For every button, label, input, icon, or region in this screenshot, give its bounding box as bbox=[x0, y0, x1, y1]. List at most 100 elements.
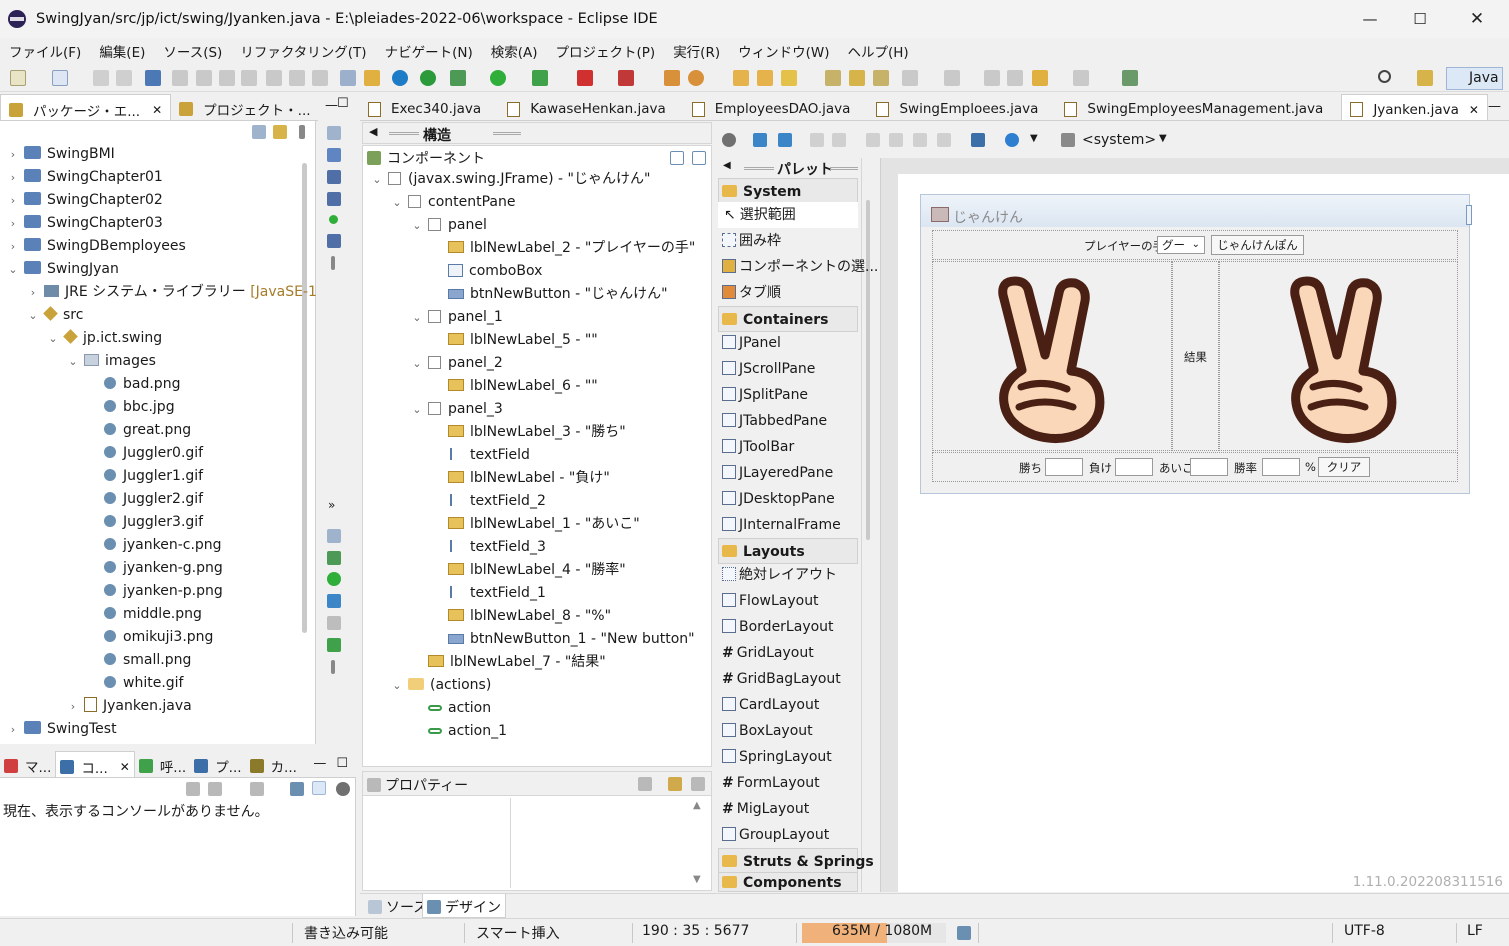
tree-node[interactable]: ⌄ (javax.swing.JFrame) - "じゃんけん" bbox=[370, 168, 650, 191]
editor-tab-jyanken[interactable]: Jyanken.java ✕ bbox=[1341, 94, 1488, 120]
green-dot-icon[interactable] bbox=[329, 215, 338, 224]
copy-icon[interactable] bbox=[889, 133, 903, 147]
chevron-right-icon[interactable]: › bbox=[6, 166, 20, 189]
show-advanced-icon[interactable] bbox=[638, 777, 652, 791]
close-button[interactable]: ✕ bbox=[1452, 0, 1502, 38]
terminate-icon[interactable] bbox=[219, 70, 235, 86]
tree-item-file[interactable]: great.png bbox=[104, 419, 191, 442]
open-type-icon[interactable] bbox=[733, 70, 749, 86]
laf-selector[interactable]: <system> bbox=[1082, 132, 1156, 148]
tree-node[interactable]: textField_2 bbox=[448, 490, 546, 513]
palette-item-tab-order[interactable]: タブ順 bbox=[718, 280, 858, 306]
new-console-icon[interactable] bbox=[312, 781, 326, 795]
pin-icon[interactable] bbox=[1007, 70, 1023, 86]
tree-node[interactable]: lblNewLabel_8 - "%" bbox=[448, 605, 611, 628]
minimize-view-icon[interactable]: — bbox=[313, 756, 332, 777]
open-perspective-icon[interactable] bbox=[1122, 70, 1138, 86]
settings-icon[interactable] bbox=[392, 70, 408, 86]
tree-item-jre[interactable]: › JRE システム・ライブラリー [JavaSE-1.8] bbox=[26, 281, 336, 304]
tree-node[interactable]: ⌄ panel_1 bbox=[410, 306, 502, 329]
maximize-view-icon[interactable]: ☐ bbox=[332, 756, 356, 777]
preview-icon[interactable] bbox=[971, 133, 985, 147]
menu-navigate[interactable]: ナビゲート(N) bbox=[376, 41, 482, 61]
collapse-all-icon[interactable] bbox=[252, 125, 266, 139]
chevron-down-icon[interactable]: ⌄ bbox=[410, 306, 424, 329]
minimize-button[interactable]: — bbox=[1345, 0, 1395, 38]
menu-run[interactable]: 実行(R) bbox=[664, 41, 729, 61]
draw-textfield[interactable] bbox=[1190, 458, 1228, 476]
run-icon[interactable] bbox=[490, 70, 506, 86]
maximize-button[interactable]: ☐ bbox=[1395, 0, 1445, 38]
search-tool-icon[interactable] bbox=[781, 70, 797, 86]
back-icon[interactable] bbox=[1032, 70, 1048, 86]
stop-icon[interactable] bbox=[577, 70, 593, 86]
restore-default-icon[interactable] bbox=[691, 777, 705, 791]
tree-node[interactable]: lblNewLabel_4 - "勝率" bbox=[448, 559, 626, 582]
tree-item-file[interactable]: small.png bbox=[104, 649, 191, 672]
palette-item-jtabbedpane[interactable]: JTabbedPane bbox=[718, 408, 858, 434]
menu-search[interactable]: 検索(A) bbox=[482, 41, 547, 61]
display-console-icon[interactable] bbox=[290, 782, 304, 796]
palette-item-springlayout[interactable]: SpringLayout bbox=[718, 744, 858, 770]
redo-icon[interactable] bbox=[832, 133, 846, 147]
view-menu-icon[interactable] bbox=[331, 660, 335, 674]
close-icon[interactable]: ✕ bbox=[152, 103, 162, 117]
palette-item-gridlayout[interactable]: # GridLayout bbox=[718, 640, 858, 666]
chevron-down-icon[interactable]: ⌄ bbox=[370, 168, 384, 191]
tree-item-file[interactable]: bad.png bbox=[104, 373, 180, 396]
palette-item-borderlayout[interactable]: BorderLayout bbox=[718, 614, 858, 640]
chevron-down-icon[interactable]: ⌄ bbox=[410, 214, 424, 237]
terminal-icon[interactable] bbox=[145, 70, 161, 86]
palette-item-grouplayout[interactable]: GroupLayout bbox=[718, 822, 858, 848]
save-icon[interactable] bbox=[93, 70, 109, 86]
tree-node[interactable]: textField_3 bbox=[448, 536, 546, 559]
chevron-down-icon[interactable]: ⌄ bbox=[46, 327, 60, 350]
suspend-icon[interactable] bbox=[196, 70, 212, 86]
expand-all-icon[interactable] bbox=[670, 151, 684, 165]
tree-item-file[interactable]: bbc.jpg bbox=[104, 396, 175, 419]
breakpoint-icon[interactable] bbox=[327, 170, 341, 184]
dropdown-arrow-icon[interactable]: ▼ bbox=[1030, 133, 1038, 144]
chevron-right-icon[interactable]: › bbox=[66, 695, 80, 718]
tree-node[interactable]: ⌄ panel_3 bbox=[410, 398, 502, 421]
settings-icon[interactable] bbox=[336, 782, 350, 796]
tree-item-jyanken-java[interactable]: › Jyanken.java bbox=[66, 695, 192, 718]
save-all-icon[interactable] bbox=[116, 70, 132, 86]
win-textfield[interactable] bbox=[1045, 458, 1083, 476]
view-menu-icon[interactable] bbox=[299, 125, 305, 139]
tree-node[interactable]: action bbox=[428, 697, 491, 720]
delete-icon[interactable] bbox=[937, 133, 951, 147]
tab-call-hierarchy[interactable]: 呼... bbox=[135, 751, 190, 777]
debug-icon[interactable] bbox=[450, 70, 466, 86]
new-java-project-icon[interactable] bbox=[664, 70, 680, 86]
coverage-icon[interactable] bbox=[532, 70, 548, 86]
editor-tab-swingemployeesmanagement[interactable]: SwingEmployeesManagement.java bbox=[1056, 94, 1331, 120]
memory-gauge[interactable]: 635M / 1080M bbox=[802, 923, 946, 943]
collapse-arrow-icon[interactable]: ◀ bbox=[369, 125, 377, 138]
editor-tab-exec340[interactable]: Exec340.java bbox=[360, 94, 489, 120]
pin-console-icon[interactable] bbox=[250, 782, 264, 796]
chevron-down-icon[interactable]: ⌄ bbox=[390, 191, 404, 214]
chevron-right-icon[interactable]: › bbox=[6, 189, 20, 212]
annotation-icon[interactable] bbox=[825, 70, 841, 86]
tree-item-file[interactable]: Juggler1.gif bbox=[104, 465, 203, 488]
tree-item-file[interactable]: omikuji3.png bbox=[104, 626, 213, 649]
new-type-icon[interactable] bbox=[52, 70, 68, 86]
perspective-icon[interactable] bbox=[1417, 70, 1433, 86]
clear-button[interactable]: クリア bbox=[1318, 457, 1370, 477]
tree-node[interactable]: btnNewButton - "じゃんけん" bbox=[448, 283, 668, 306]
tree-item-swingjyan[interactable]: ⌄ SwingJyan bbox=[6, 258, 119, 281]
goto-definition-icon[interactable] bbox=[668, 777, 682, 791]
tab-design[interactable]: デザイン bbox=[422, 894, 506, 918]
palette-item-boxlayout[interactable]: BoxLayout bbox=[718, 718, 858, 744]
tree-node[interactable]: lblNewLabel_7 - "結果" bbox=[428, 651, 606, 674]
tree-node[interactable]: textField bbox=[448, 444, 530, 467]
tree-node[interactable]: action_1 bbox=[428, 720, 507, 743]
step-return-icon[interactable] bbox=[312, 70, 328, 86]
tree-node[interactable]: ⌄ panel bbox=[410, 214, 486, 237]
tree-node[interactable]: comboBox bbox=[448, 260, 542, 283]
close-icon[interactable]: ✕ bbox=[120, 760, 130, 774]
menu-file[interactable]: ファイル(F) bbox=[0, 41, 90, 61]
palette-category-layouts[interactable]: Layouts bbox=[718, 538, 858, 564]
tree-item-file[interactable]: Juggler0.gif bbox=[104, 442, 203, 465]
